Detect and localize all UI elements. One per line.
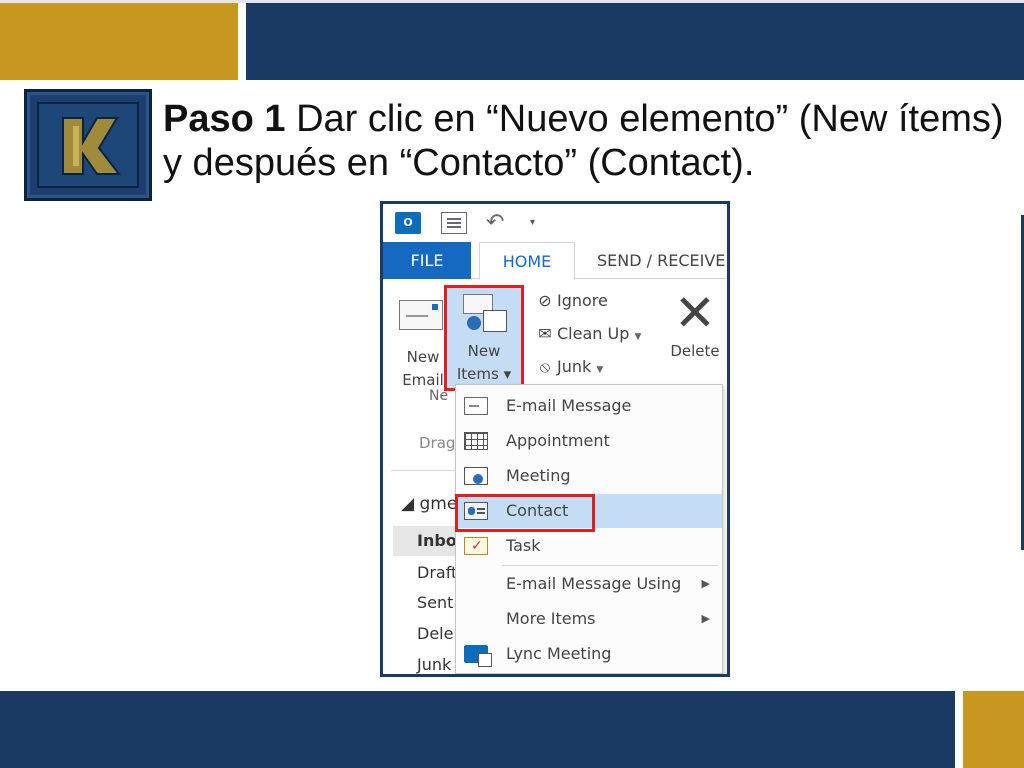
- menu-item-label: E-mail Message: [506, 396, 632, 415]
- envelope-icon: [399, 300, 443, 330]
- folder-inbox[interactable]: Inbo: [393, 526, 463, 556]
- top-navy-band: [246, 0, 1024, 80]
- title-step: Paso 1: [163, 98, 286, 140]
- outlook-window: O ↶ ▾ FILE HOME SEND / RECEIVE New Email: [383, 204, 727, 674]
- undo-icon[interactable]: ↶: [486, 212, 512, 234]
- drag-hint: Drag: [419, 434, 456, 452]
- clean-up-button[interactable]: ✉ Clean Up ▼: [533, 319, 641, 349]
- task-icon: [464, 529, 488, 563]
- group-label-new: Ne: [429, 388, 449, 404]
- chevron-right-icon: ▶: [701, 577, 710, 590]
- new-email-button[interactable]: New Email: [391, 288, 447, 398]
- new-items-label: New Items ▾: [456, 342, 512, 383]
- company-logo: [24, 89, 152, 201]
- clean-up-label: Clean Up: [557, 324, 630, 343]
- new-items-button[interactable]: New Items ▾: [444, 285, 524, 391]
- slide: Paso 1 Dar clic en “Nuevo elemento” (New…: [0, 0, 1024, 768]
- bottom-gold-band: [963, 691, 1024, 768]
- contact-highlight-box: [455, 494, 595, 532]
- outlook-icon[interactable]: O: [395, 212, 421, 234]
- menu-item-more-items[interactable]: More Items ▶: [456, 602, 722, 636]
- menu-item-label: Meeting: [506, 466, 571, 485]
- folder-sent[interactable]: Sent: [393, 588, 463, 618]
- email-icon: [464, 397, 488, 415]
- outlook-screenshot: O ↶ ▾ FILE HOME SEND / RECEIVE New Email: [380, 201, 730, 677]
- menu-item-label: E-mail Message Using: [506, 574, 682, 593]
- send-receive-icon[interactable]: [441, 212, 467, 234]
- menu-item-label: Task: [506, 536, 541, 555]
- quick-access-toolbar: O ↶ ▾: [383, 204, 727, 242]
- menu-item-label: Appointment: [506, 431, 610, 450]
- menu-item-email-message-using[interactable]: E-mail Message Using ▶: [456, 567, 722, 601]
- new-email-label: New Email: [402, 348, 444, 389]
- logo-k-icon: [62, 117, 122, 175]
- top-divider-line: [0, 0, 1024, 3]
- bottom-navy-band: [0, 691, 955, 768]
- customize-toolbar-icon[interactable]: ▾: [530, 212, 544, 234]
- clean-up-icon: ✉: [538, 324, 552, 343]
- menu-item-lync-meeting[interactable]: Lync Meeting: [456, 637, 722, 671]
- new-items-icon: [463, 294, 507, 334]
- meeting-icon: [464, 467, 488, 485]
- ignore-icon: ⊘: [538, 291, 552, 310]
- menu-item-task[interactable]: Task: [456, 529, 722, 563]
- lync-icon: [464, 645, 492, 667]
- ignore-label: Ignore: [557, 291, 608, 310]
- chevron-down-icon: ▼: [596, 365, 604, 375]
- folder-drafts[interactable]: Draft: [393, 558, 463, 588]
- junk-button[interactable]: ⦸ Junk ▼: [533, 352, 604, 382]
- chevron-down-icon: ▼: [634, 332, 642, 342]
- menu-item-label: More Items: [506, 609, 596, 628]
- ignore-button[interactable]: ⊘ Ignore: [533, 286, 608, 316]
- chevron-right-icon: ▶: [701, 612, 710, 625]
- top-gold-band: [0, 0, 238, 80]
- tab-file[interactable]: FILE: [383, 242, 471, 279]
- junk-label: Junk: [557, 357, 592, 376]
- menu-item-appointment[interactable]: Appointment: [456, 424, 722, 458]
- delete-label: Delete: [670, 342, 720, 360]
- menu-item-label: Lync Meeting: [506, 644, 612, 663]
- folder-deleted[interactable]: Dele: [393, 619, 463, 649]
- delete-icon: ✕: [674, 284, 716, 342]
- folder-junk[interactable]: Junk: [393, 650, 463, 674]
- calendar-icon: [464, 432, 488, 450]
- title-text: Dar clic en “Nuevo elemento” (New ítems)…: [163, 98, 1004, 184]
- menu-separator: [502, 565, 718, 566]
- ribbon-tabs: FILE HOME SEND / RECEIVE: [383, 242, 727, 280]
- menu-item-meeting[interactable]: Meeting: [456, 459, 722, 493]
- tab-send-receive[interactable]: SEND / RECEIVE: [583, 242, 727, 279]
- junk-icon: ⦸: [539, 357, 551, 376]
- logo-inner: [37, 102, 139, 188]
- delete-button[interactable]: ✕ Delete: [665, 288, 725, 388]
- slide-title: Paso 1 Dar clic en “Nuevo elemento” (New…: [163, 97, 1013, 185]
- account-node[interactable]: ◢ gme: [401, 494, 457, 514]
- menu-item-email-message[interactable]: E-mail Message: [456, 389, 722, 423]
- tab-home[interactable]: HOME: [479, 242, 575, 280]
